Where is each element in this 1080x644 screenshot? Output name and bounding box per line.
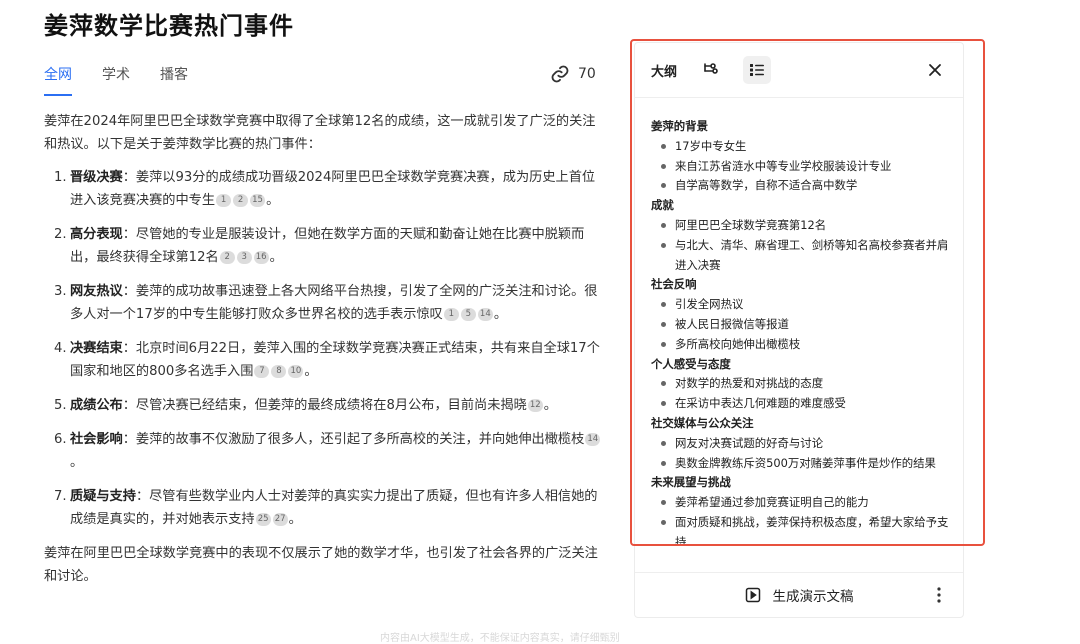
outline-header: 大纲: [635, 43, 963, 98]
citation-badge[interactable]: 2: [219, 250, 235, 264]
references-link[interactable]: 70: [550, 64, 596, 84]
outline-item: 姜萍希望通过参加竞赛证明自己的能力: [635, 493, 965, 513]
event-title: 社会影响: [70, 432, 123, 447]
list-icon: [750, 64, 765, 76]
mindmap-view-button[interactable]: [697, 56, 725, 84]
outline-item: 多所高校向她伸出橄榄枝: [635, 335, 965, 355]
citation-badge[interactable]: 16: [253, 250, 269, 264]
event-number: 5.: [54, 398, 67, 413]
outline-item: 被人民日报微信等报道: [635, 315, 965, 335]
citation-badge[interactable]: 25: [255, 512, 271, 526]
event-number: 7.: [54, 489, 67, 504]
event-item: 2. 高分表现：尽管她的专业是服装设计，但她在数学方面的天赋和勤奋让她在比赛中脱颖…: [44, 223, 604, 269]
event-end: 。: [266, 193, 280, 208]
event-title: 高分表现: [70, 227, 123, 242]
event-text: ：姜萍的故事不仅激励了很多人，还引起了多所高校的关注，并向她伸出橄榄枝: [122, 432, 585, 447]
citation-badge[interactable]: 12: [527, 398, 543, 412]
outline-item: 自学高等数学，自称不适合高中数学: [635, 176, 965, 196]
event-end: 。: [493, 307, 508, 322]
event-number: 2.: [54, 227, 67, 242]
presentation-play-icon: [745, 587, 760, 603]
event-text: ：北京时间6月22日，姜萍入围的全球数学竞赛决赛正式结束，共有来自全球17个国家…: [70, 341, 600, 379]
citation-badge[interactable]: 7: [254, 364, 270, 378]
event-number: 4.: [54, 341, 67, 356]
citation-badge[interactable]: 15: [250, 193, 266, 207]
intro-paragraph: 姜萍在2024年阿里巴巴全球数学竞赛中取得了全球第12名的成绩，这一成就引发了广…: [44, 114, 596, 152]
conclusion-paragraph: 姜萍在阿里巴巴全球数学竞赛中的表现不仅展示了她的数学才华，也引发了社会各界的广泛…: [44, 546, 598, 584]
citation-badge[interactable]: 5: [460, 307, 476, 321]
event-end: 。: [70, 455, 84, 470]
citation-badge[interactable]: 14: [477, 307, 493, 321]
outline-content: 姜萍的背景 17岁中专女生 来自江苏省涟水中等专业学校服装设计专业 自学高等数学，自称…: [635, 117, 965, 545]
outline-item: 网友对决赛试题的好奇与讨论: [635, 434, 965, 454]
citation-badge[interactable]: 27: [272, 512, 288, 526]
event-number: 6.: [54, 432, 67, 447]
outline-footer: 生成演示文稿: [635, 572, 963, 617]
event-number: 1.: [54, 170, 67, 185]
event-end: 。: [543, 398, 557, 413]
outline-section-title: 姜萍的背景: [651, 119, 708, 133]
generate-presentation-button[interactable]: 生成演示文稿: [745, 585, 854, 605]
event-title: 质疑与支持: [70, 489, 136, 504]
event-item: 1. 晋级决赛：姜萍以93分的成绩成功晋级2024阿里巴巴全球数学竞赛决赛，成为历…: [44, 166, 604, 212]
citation-badge[interactable]: 8: [271, 364, 287, 378]
close-button[interactable]: [921, 56, 949, 84]
outline-item: 与北大、清华、麻省理工、剑桥等知名高校参赛者并肩进入决赛: [635, 236, 965, 276]
tab-0[interactable]: 全网: [44, 64, 72, 96]
outline-item: 来自江苏省涟水中等专业学校服装设计专业: [635, 157, 965, 177]
citation-badge[interactable]: 14: [585, 432, 601, 446]
outline-label: 大纲: [651, 64, 678, 80]
link-icon: [551, 65, 569, 83]
tab-2[interactable]: 播客: [160, 64, 188, 96]
citation-badge[interactable]: 1: [443, 307, 459, 321]
mindmap-icon: [704, 63, 718, 74]
page-title: 姜萍数学比赛热门事件: [44, 12, 294, 40]
outline-section-title: 成就: [651, 198, 674, 213]
event-text: ：尽管有些数学业内人士对姜萍的真实实力提出了质疑，但也有许多人相信她的成绩是真实…: [70, 489, 598, 527]
outline-section-title: 社交媒体与公众关注: [651, 415, 754, 430]
event-list: 1. 晋级决赛：姜萍以93分的成绩成功晋级2024阿里巴巴全球数学竞赛决赛，成为历…: [44, 166, 604, 531]
outline-item: 阿里巴巴全球数学竞赛第12名: [635, 216, 965, 236]
event-number: 3.: [54, 284, 67, 299]
event-title: 晋级决赛: [70, 170, 123, 185]
reference-count: 70: [578, 66, 596, 82]
outline-item: 面对质疑和挑战，姜萍保持积极态度，希望大家给予支持: [635, 513, 965, 545]
citation-badge[interactable]: 10: [288, 364, 304, 378]
more-options-icon[interactable]: [933, 585, 945, 605]
source-tabs: 全网 学术 播客: [44, 64, 188, 96]
outline-item: 在采访中表达几何难题的难度感受: [635, 394, 965, 414]
outline-section-title: 个人感受与态度: [651, 356, 731, 371]
event-end: 。: [269, 250, 283, 265]
generate-presentation-label: 生成演示文稿: [772, 589, 854, 605]
ai-disclaimer: 内容由AI大模型生成，不能保证内容真实，请仔细甄别: [380, 633, 620, 644]
close-icon: [929, 64, 941, 76]
citation-badge[interactable]: 2: [233, 193, 249, 207]
event-text: ：姜萍的成功故事迅速登上各大网络平台热搜，引发了全网的广泛关注和讨论。很多人对一…: [70, 284, 598, 322]
event-title: 网友热议: [70, 284, 123, 299]
outline-item: 引发全网热议: [635, 295, 965, 315]
event-title: 成绩公布: [70, 398, 123, 413]
event-text: ：尽管决赛已经结束，但姜萍的最终成绩将在8月公布，目前尚未揭晓: [122, 398, 527, 413]
citation-badge[interactable]: 3: [236, 250, 252, 264]
answer-body: 姜萍在2024年阿里巴巴全球数学竞赛中取得了全球第12名的成绩，这一成就引发了广…: [44, 110, 604, 598]
event-item: 3. 网友热议：姜萍的成功故事迅速登上各大网络平台热搜，引发了全网的广泛关注和讨论…: [44, 280, 604, 326]
event-item: 7. 质疑与支持：尽管有些数学业内人士对姜萍的真实实力提出了质疑，但也有许多人相信…: [44, 485, 604, 531]
outline-panel: 大纲 姜萍的背景 17岁中专女生 来自江苏省涟水中等专业学校服装设计专业 自学高等数学…: [634, 42, 964, 618]
outline-item: 17岁中专女生: [635, 137, 965, 157]
event-item: 4. 决赛结束：北京时间6月22日，姜萍入围的全球数学竞赛决赛正式结束，共有来自全…: [44, 337, 604, 383]
tab-1[interactable]: 学术: [102, 64, 130, 96]
event-end: 。: [288, 512, 302, 527]
citation-badge[interactable]: 1: [216, 193, 232, 207]
event-end: 。: [304, 364, 318, 379]
outline-item: 对数学的热爱和对挑战的态度: [635, 374, 965, 394]
event-text: ：尽管她的专业是服装设计，但她在数学方面的天赋和勤奋让她在比赛中脱颖而出，最终获…: [70, 227, 585, 265]
outline-section-title: 未来展望与挑战: [651, 475, 731, 490]
event-item: 5. 成绩公布：尽管决赛已经结束，但姜萍的最终成绩将在8月公布，目前尚未揭晓 12。: [44, 394, 604, 417]
event-text: ：姜萍以93分的成绩成功晋级2024阿里巴巴全球数学竞赛决赛，成为历史上首位进入…: [70, 170, 596, 208]
event-item: 6. 社会影响：姜萍的故事不仅激励了很多人，还引起了多所高校的关注，并向她伸出橄榄…: [44, 428, 604, 474]
event-title: 决赛结束: [70, 341, 123, 356]
list-view-button[interactable]: [743, 56, 772, 84]
outline-item: 奥数金牌教练斥资500万对赌姜萍事件是炒作的结果: [635, 454, 965, 474]
outline-section-title: 社会反响: [651, 277, 697, 292]
